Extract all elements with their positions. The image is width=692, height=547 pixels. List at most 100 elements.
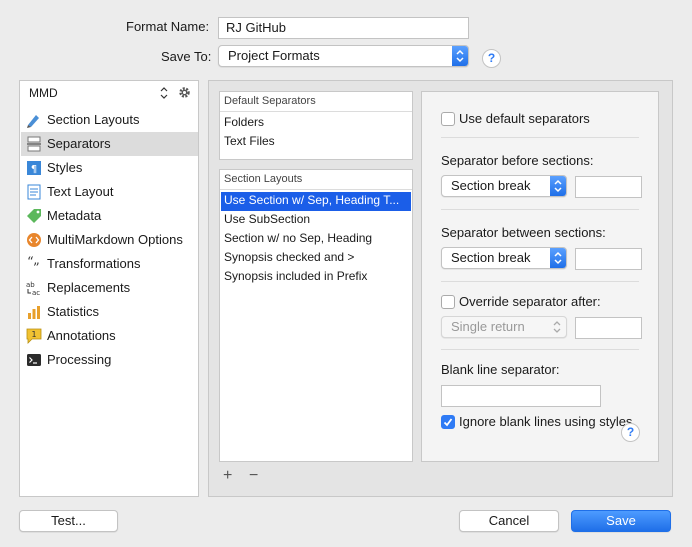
list-item[interactable]: Use SubSection (221, 211, 411, 230)
save-button[interactable]: Save (571, 510, 671, 532)
save-to-label: Save To: (161, 49, 212, 64)
updown-arrow-icon (553, 320, 561, 337)
terminal-icon (26, 352, 42, 368)
sidebar-item-separators[interactable]: Separators (21, 132, 198, 156)
sidebar-item-text-layout[interactable]: Text Layout (21, 180, 198, 204)
cancel-button[interactable]: Cancel (459, 510, 559, 532)
sidebar-item-label: Text Layout (47, 184, 114, 199)
sidebar-item-replacements[interactable]: ab ac Replacements (21, 276, 198, 300)
help-button[interactable]: ? (482, 49, 501, 68)
sidebar-item-label: MultiMarkdown Options (47, 232, 183, 247)
sidebar-item-label: Statistics (47, 304, 100, 319)
separators-icon (26, 136, 42, 152)
save-to-value: Project Formats (228, 48, 320, 63)
override-separator-checkbox[interactable] (441, 295, 455, 309)
divider (441, 349, 639, 350)
separator-between-popup[interactable]: Section break (441, 247, 567, 269)
svg-text:¶: ¶ (31, 164, 37, 175)
separator-between-custom-input[interactable] (575, 248, 642, 270)
section-layouts-title: Section Layouts (224, 173, 303, 185)
annotation-icon: 1 (26, 328, 42, 344)
list-item-label: Synopsis checked and > (224, 250, 355, 264)
divider (441, 281, 639, 282)
blank-line-separator-label: Blank line separator: (441, 362, 560, 377)
svg-text:”: ” (33, 261, 40, 272)
sidebar-item-label: Styles (47, 160, 83, 175)
bar-chart-icon (26, 304, 42, 320)
override-separator-popup[interactable]: Single return (441, 316, 567, 338)
use-default-label: Use default separators (459, 111, 590, 126)
override-separator-custom-input[interactable] (575, 317, 642, 339)
add-layout-button[interactable]: + (223, 467, 232, 485)
list-item[interactable]: Text Files (221, 133, 411, 152)
sidebar-item-label: Separators (47, 136, 111, 151)
list-divider (220, 189, 412, 190)
sidebar-item-label: Annotations (47, 328, 116, 343)
list-item[interactable]: Section w/ no Sep, Heading (221, 230, 411, 249)
sidebar-item-processing[interactable]: Processing (21, 348, 198, 372)
separator-between-label: Separator between sections: (441, 225, 606, 240)
ignore-blank-lines-checkbox[interactable] (441, 415, 455, 429)
divider (441, 137, 639, 138)
sidebar-header[interactable]: MMD (20, 81, 198, 105)
remove-layout-button[interactable]: − (249, 467, 258, 485)
replacements-icon: ab ac (26, 280, 42, 297)
gear-icon[interactable] (178, 86, 191, 102)
svg-text:ac: ac (32, 289, 40, 296)
sidebar-item-label: Transformations (47, 256, 141, 271)
separator-options-panel: Use default separators Separator before … (421, 91, 659, 462)
sidebar-item-section-layouts[interactable]: Section Layouts (21, 108, 198, 132)
list-item[interactable]: Folders (221, 114, 411, 133)
list-item-label: Synopsis included in Prefix (224, 269, 368, 283)
updown-arrow-icon (550, 248, 566, 268)
section-layouts-icon (26, 112, 42, 128)
svg-text:1: 1 (31, 330, 36, 339)
list-item-label: Text Files (224, 134, 275, 148)
sidebar-item-statistics[interactable]: Statistics (21, 300, 198, 324)
list-item-label: Folders (224, 115, 265, 129)
list-item-label: Section w/ no Sep, Heading (224, 231, 373, 245)
list-item[interactable]: Synopsis included in Prefix (221, 268, 411, 287)
list-item[interactable]: Use Section w/ Sep, Heading T... (221, 192, 411, 211)
sidebar-item-label: Processing (47, 352, 112, 367)
updown-arrow-icon (550, 176, 566, 196)
separator-before-label: Separator before sections: (441, 153, 594, 168)
styles-icon: ¶ (26, 160, 42, 176)
format-name-input[interactable]: RJ GitHub (218, 17, 469, 39)
code-icon (26, 232, 42, 248)
main-panel: Default Separators Folders Text Files Se… (208, 80, 673, 497)
list-item[interactable]: Synopsis checked and > (221, 249, 411, 268)
sidebar-item-multimarkdown-options[interactable]: MultiMarkdown Options (21, 228, 198, 252)
sidebar-item-transformations[interactable]: “” Transformations (21, 252, 198, 276)
section-layouts-list: Section Layouts Use Section w/ Sep, Head… (219, 169, 413, 462)
list-item-label: Use SubSection (224, 212, 311, 226)
test-button[interactable]: Test... (19, 510, 118, 532)
ignore-blank-lines-label: Ignore blank lines using styles (459, 414, 633, 429)
override-separator-value: Single return (451, 319, 525, 334)
sidebar: MMD Section Layouts Separators ¶ Styles … (19, 80, 199, 497)
options-help-button[interactable]: ? (621, 423, 640, 442)
separator-before-popup[interactable]: Section break (441, 175, 567, 197)
save-to-popup[interactable]: Project Formats (218, 45, 469, 67)
override-separator-label: Override separator after: (459, 294, 601, 309)
metadata-tag-icon (26, 208, 42, 224)
text-layout-icon (26, 184, 42, 200)
sidebar-item-annotations[interactable]: 1 Annotations (21, 324, 198, 348)
sidebar-item-label: Replacements (47, 280, 131, 295)
default-separators-title: Default Separators (224, 95, 316, 107)
separator-before-value: Section break (451, 178, 531, 193)
checkmark-icon (443, 418, 453, 427)
separator-before-custom-input[interactable] (575, 176, 642, 198)
list-divider (220, 111, 412, 112)
divider (441, 209, 639, 210)
sidebar-item-styles[interactable]: ¶ Styles (21, 156, 198, 180)
blank-line-separator-input[interactable] (441, 385, 601, 407)
list-item-label: Use Section w/ Sep, Heading T... (224, 193, 400, 207)
separator-between-value: Section break (451, 250, 531, 265)
sidebar-item-metadata[interactable]: Metadata (21, 204, 198, 228)
use-default-checkbox[interactable] (441, 112, 455, 126)
quote-icon: “” (26, 255, 42, 276)
svg-text:ab: ab (26, 281, 35, 289)
default-separators-list: Default Separators Folders Text Files (219, 91, 413, 160)
format-name-label: Format Name: (126, 19, 210, 34)
